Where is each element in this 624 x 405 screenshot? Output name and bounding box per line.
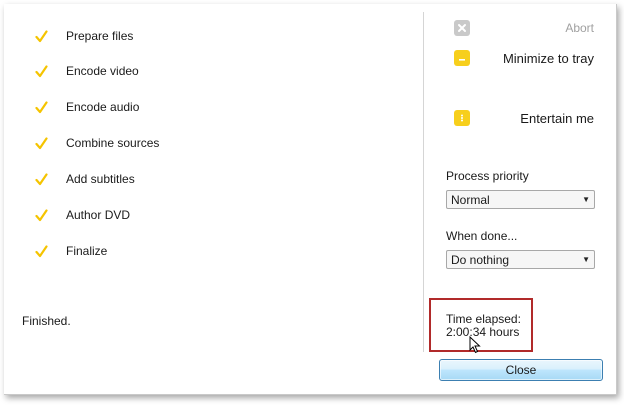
when-done-select[interactable]: Do nothing ▼ (446, 250, 595, 269)
checkmark-icon (34, 136, 48, 150)
mouse-cursor-icon (469, 335, 481, 357)
close-button[interactable]: Close (439, 359, 603, 381)
process-priority-value: Normal (451, 192, 490, 207)
close-icon (454, 20, 470, 36)
step-label: Author DVD (66, 208, 131, 222)
time-elapsed-value: 2:00:34 hours (446, 325, 520, 339)
dots-icon (454, 110, 470, 126)
step-item: Finalize (34, 241, 107, 261)
step-label: Combine sources (66, 136, 160, 150)
status-text: Finished. (22, 314, 71, 328)
minimize-label: Minimize to tray (502, 50, 594, 66)
panel-divider (423, 12, 424, 352)
checkmark-icon (34, 244, 48, 258)
step-label: Encode audio (66, 100, 140, 114)
step-label: Encode video (66, 64, 139, 78)
step-item: Encode video (34, 61, 139, 81)
checkmark-icon (34, 100, 48, 114)
abort-button[interactable]: Abort (454, 20, 594, 36)
step-item: Author DVD (34, 205, 130, 225)
step-item: Combine sources (34, 133, 159, 153)
entertain-me-button[interactable]: Entertain me (454, 110, 594, 126)
step-item: Encode audio (34, 97, 139, 117)
checkmark-icon (34, 208, 48, 222)
abort-label: Abort (565, 21, 594, 35)
dropdown-arrow-icon: ▼ (582, 255, 590, 264)
progress-window: Prepare files Encode video Encode audio … (4, 4, 617, 395)
checkmark-icon (34, 64, 48, 78)
dropdown-arrow-icon: ▼ (582, 195, 590, 204)
step-label: Add subtitles (66, 172, 135, 186)
step-label: Prepare files (66, 29, 134, 43)
entertain-label: Entertain me (520, 110, 594, 126)
checkmark-icon (34, 29, 48, 43)
when-done-value: Do nothing (451, 252, 510, 267)
process-priority-select[interactable]: Normal ▼ (446, 190, 595, 209)
step-item: Prepare files (34, 26, 133, 46)
step-item: Add subtitles (34, 169, 135, 189)
time-elapsed: Time elapsed: 2:00:34 hours (446, 313, 521, 339)
minimize-to-tray-button[interactable]: Minimize to tray (454, 50, 594, 66)
when-done-label: When done... (446, 229, 518, 243)
minimize-icon (454, 50, 470, 66)
checkmark-icon (34, 172, 48, 186)
close-button-label: Close (505, 363, 537, 377)
step-label: Finalize (66, 244, 108, 258)
process-priority-label: Process priority (446, 169, 529, 183)
